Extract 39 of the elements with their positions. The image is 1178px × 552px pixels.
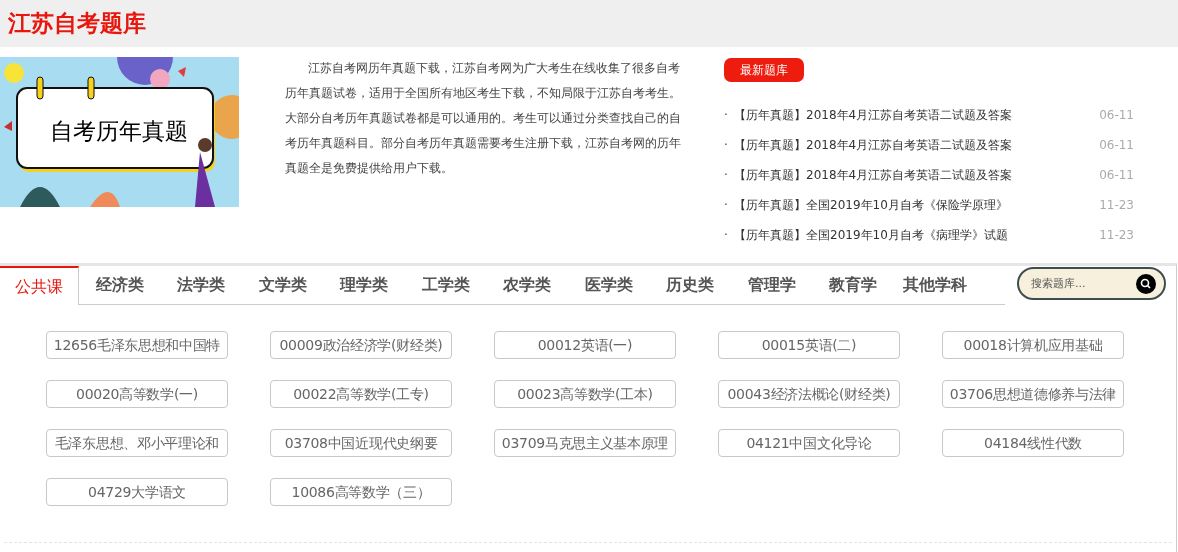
news-date: 06-11 bbox=[1099, 167, 1134, 184]
course-button[interactable]: 04729大学语文 bbox=[46, 478, 228, 506]
banner-caption: 自考历年真题 bbox=[50, 117, 188, 146]
course-button[interactable]: 毛泽东思想、邓小平理论和 bbox=[46, 429, 228, 457]
search-field[interactable]: 搜索题库... bbox=[1017, 267, 1166, 300]
category-tab[interactable]: 公共课 bbox=[0, 266, 79, 305]
bullet: · bbox=[724, 167, 729, 184]
site-title[interactable]: 江苏自考题库 bbox=[8, 6, 146, 41]
intro-paragraph: 江苏自考网历年真题下载，江苏自考网为广大考生在线收集了很多自考历年真题试卷，适用于全国所有地区考生下载，不知局限于江苏自考考生。大部分自考历年真题试卷都是可以通用的。考生可以通过分类查找自己的自考历年真题科目。部分自考历年真题需要考生注册下载，江苏自考网的历年真题全是免费提供给用户下载。 bbox=[285, 60, 681, 177]
news-link[interactable]: 【历年真题】2018年4月江苏自考英语二试题及答案 bbox=[734, 136, 1013, 154]
course-button[interactable]: 00012英语(一) bbox=[494, 331, 676, 359]
course-button[interactable]: 00020高等数学(一) bbox=[46, 380, 228, 408]
course-button[interactable]: 10086高等数学（三） bbox=[270, 478, 452, 506]
news-link[interactable]: 【历年真题】全国2019年10月自考《病理学》试题 bbox=[734, 226, 1008, 244]
search-icon[interactable] bbox=[1136, 273, 1156, 294]
latest-badge: 最新题库 bbox=[724, 58, 804, 82]
course-button[interactable]: 12656毛泽东思想和中国特 bbox=[46, 331, 228, 359]
course-button[interactable]: 00022高等数学(工专) bbox=[270, 380, 452, 408]
course-button[interactable]: 03709马克思主义基本原理 bbox=[494, 429, 676, 457]
bullet: · bbox=[724, 197, 729, 214]
course-button[interactable]: 00043经济法概论(财经类) bbox=[718, 380, 900, 408]
course-button[interactable]: 04184线性代数 bbox=[942, 429, 1124, 457]
bullet: · bbox=[724, 107, 729, 124]
bullet: · bbox=[724, 227, 729, 244]
news-link[interactable]: 【历年真题】全国2019年10月自考《保险学原理》 bbox=[734, 196, 1008, 214]
course-button[interactable]: 00018计算机应用基础 bbox=[942, 331, 1124, 359]
news-date: 06-11 bbox=[1099, 137, 1134, 154]
course-button[interactable]: 03708中国近现代史纲要 bbox=[270, 429, 452, 457]
news-date: 11-23 bbox=[1099, 227, 1134, 244]
news-link[interactable]: 【历年真题】2018年4月江苏自考英语二试题及答案 bbox=[734, 166, 1013, 184]
bullet: · bbox=[724, 137, 729, 154]
course-button[interactable]: 03706思想道德修养与法律 bbox=[942, 380, 1124, 408]
news-date: 06-11 bbox=[1099, 107, 1134, 124]
course-button[interactable]: 00023高等数学(工本) bbox=[494, 380, 676, 408]
course-button[interactable]: 00009政治经济学(财经类) bbox=[270, 331, 452, 359]
news-date: 11-23 bbox=[1099, 197, 1134, 214]
course-button[interactable]: 04121中国文化导论 bbox=[718, 429, 900, 457]
course-button[interactable]: 00015英语(二) bbox=[718, 331, 900, 359]
news-link[interactable]: 【历年真题】2018年4月江苏自考英语二试题及答案 bbox=[734, 106, 1013, 124]
